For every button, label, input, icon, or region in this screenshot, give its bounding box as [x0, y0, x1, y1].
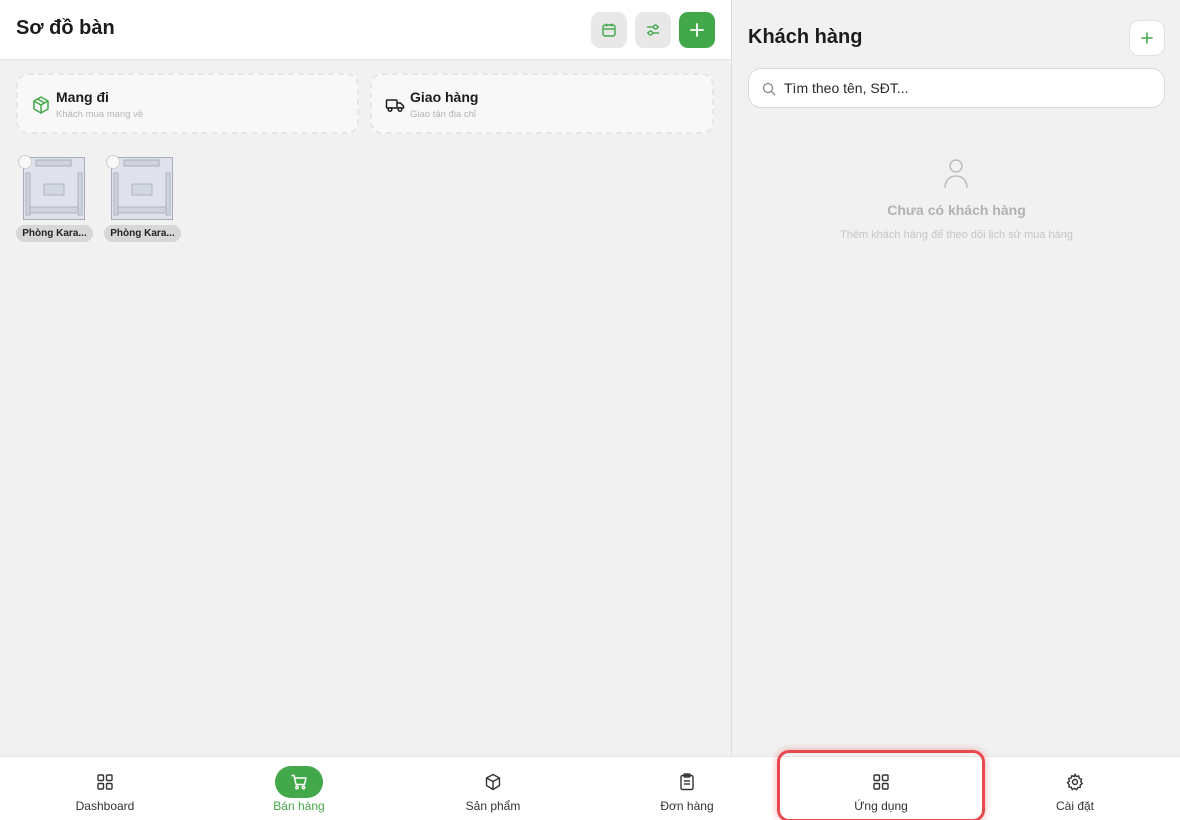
settings-icon: [1066, 773, 1084, 791]
empty-state-title: Chưa có khách hàng: [887, 202, 1026, 218]
delivery-title: Giao hàng: [410, 89, 479, 105]
nav-item-settings[interactable]: Cài đặt: [978, 757, 1172, 820]
customer-panel-title: Khách hàng: [748, 26, 863, 48]
nav-item-dashboard[interactable]: Dashboard: [8, 757, 202, 820]
filter-button[interactable]: [635, 12, 671, 48]
apps-icon: [873, 774, 889, 790]
nav-label: Đơn hàng: [660, 799, 714, 813]
customer-panel: Khách hàng Chưa có khách hàng Thêm khách…: [731, 0, 1180, 756]
table-label: Phòng Kara...: [104, 225, 181, 242]
clipboard-icon: [680, 773, 694, 791]
table-label: Phòng Kara...: [16, 225, 93, 242]
nav-item-apps[interactable]: Ứng dụng: [777, 750, 985, 820]
add-table-button[interactable]: [679, 12, 715, 48]
empty-state-subtitle: Thêm khách hàng để theo dõi lịch sử mua …: [839, 229, 1073, 241]
takeaway-subtitle: Khách mua mang về: [56, 109, 144, 120]
user-icon: [944, 159, 968, 189]
nav-label: Sản phẩm: [465, 799, 521, 813]
table-item[interactable]: Phòng Kara...: [104, 153, 182, 243]
bottom-nav: Dashboard Bán hàng Sản phẩm Đơn hàng Ứng…: [0, 750, 1180, 820]
takeaway-card[interactable]: Mang đi Khách mua mang về: [16, 73, 359, 134]
calendar-button[interactable]: [591, 12, 627, 48]
plus-icon: [1141, 32, 1153, 44]
nav-item-orders[interactable]: Đơn hàng: [590, 757, 784, 820]
room-icon: [111, 157, 173, 220]
delivery-card[interactable]: Giao hàng Giao tận địa chỉ: [370, 73, 714, 134]
table-status-dot: [18, 155, 32, 169]
package-icon: [33, 96, 49, 114]
search-icon: [762, 82, 776, 96]
add-customer-button[interactable]: [1129, 20, 1165, 56]
page-title: Sơ đồ bàn: [16, 17, 115, 39]
sliders-icon: [647, 24, 659, 36]
nav-item-products[interactable]: Sản phẩm: [396, 757, 590, 820]
cart-icon: [291, 774, 307, 790]
table-status-dot: [106, 155, 120, 169]
box-icon: [485, 773, 501, 791]
nav-label: Dashboard: [75, 799, 135, 813]
takeaway-title: Mang đi: [56, 89, 109, 105]
grid-icon: [97, 774, 113, 790]
calendar-icon: [602, 23, 616, 37]
nav-label: Bán hàng: [273, 799, 325, 813]
table-item[interactable]: Phòng Kara...: [16, 153, 94, 243]
plus-icon: [690, 23, 704, 37]
search-input[interactable]: [784, 69, 1154, 107]
floor-plan-header: Sơ đồ bàn: [0, 0, 731, 60]
customer-search: [748, 68, 1165, 108]
nav-item-sales[interactable]: Bán hàng: [202, 757, 396, 820]
delivery-subtitle: Giao tận địa chỉ: [410, 109, 477, 120]
floor-plan-panel: Sơ đồ bàn Mang đi Khách mua mang về Giao…: [0, 0, 731, 756]
room-icon: [23, 157, 85, 220]
nav-label: Ứng dụng: [854, 799, 908, 813]
nav-label: Cài đặt: [1055, 799, 1095, 813]
truck-icon: [385, 99, 405, 113]
